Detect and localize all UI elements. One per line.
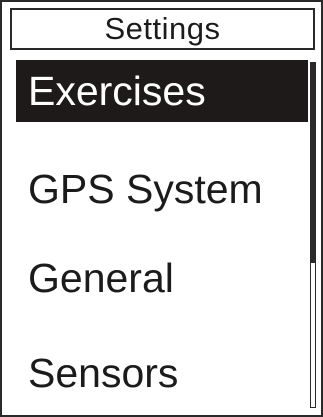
page-title-text: Settings <box>104 11 221 46</box>
menu-item-exercises[interactable]: Exercises <box>16 60 308 122</box>
menu-item-gps-system[interactable]: GPS System <box>16 158 308 220</box>
scrollbar-thumb[interactable] <box>311 63 315 263</box>
device-screen: Settings Exercises GPS System General Se… <box>0 0 323 417</box>
menu-item-label: General <box>28 254 174 301</box>
menu-item-label: Exercises <box>28 67 206 114</box>
page-title: Settings <box>10 8 315 50</box>
menu-item-general[interactable]: General <box>16 247 308 309</box>
scrollbar[interactable] <box>310 62 316 408</box>
menu-item-label: Sensors <box>28 349 179 396</box>
menu-item-sensors[interactable]: Sensors <box>16 342 308 404</box>
menu-item-label: GPS System <box>28 165 263 212</box>
